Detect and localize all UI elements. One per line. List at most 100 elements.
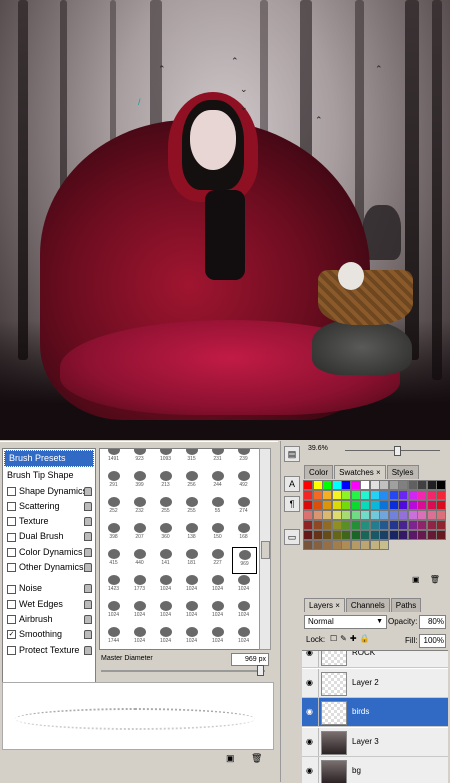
- color-swatch[interactable]: [312, 500, 323, 510]
- tab-color[interactable]: Color: [304, 465, 334, 479]
- brush-preset[interactable]: 55: [206, 495, 229, 520]
- color-swatch[interactable]: [303, 500, 313, 510]
- color-swatch[interactable]: [436, 510, 446, 520]
- document-canvas[interactable]: ⌃ ⌃ ⌄ ⌄ / ⌃ ⌃: [0, 0, 450, 440]
- color-swatch[interactable]: [426, 530, 437, 540]
- color-swatch[interactable]: [350, 530, 361, 540]
- visibility-toggle[interactable]: ◉: [302, 668, 319, 697]
- color-swatch[interactable]: [426, 510, 437, 520]
- color-swatch[interactable]: [417, 490, 427, 500]
- brush-preset[interactable]: 150: [206, 521, 229, 546]
- brush-preset[interactable]: 255: [180, 495, 203, 520]
- brush-option-wet-edges[interactable]: Wet Edges: [3, 597, 95, 612]
- brush-option-other-dynamics[interactable]: Other Dynamics: [3, 560, 95, 575]
- brush-option-protect-texture[interactable]: Protect Texture: [3, 643, 95, 658]
- brush-preset[interactable]: 1024: [180, 625, 203, 649]
- color-swatch[interactable]: [398, 480, 408, 490]
- color-swatch[interactable]: [303, 530, 313, 540]
- color-swatch[interactable]: [303, 510, 313, 520]
- color-swatch[interactable]: [379, 520, 389, 530]
- brush-preset[interactable]: 252: [102, 495, 125, 520]
- color-swatch[interactable]: [322, 480, 332, 490]
- color-swatch[interactable]: [398, 510, 408, 520]
- brush-preset[interactable]: 1744: [102, 625, 125, 649]
- master-diameter-slider-thumb[interactable]: [257, 665, 264, 676]
- color-swatch[interactable]: [322, 540, 332, 550]
- brush-preset[interactable]: 399: [128, 469, 151, 494]
- zoom-slider-track[interactable]: [345, 450, 440, 451]
- new-brush-icon[interactable]: ▣: [226, 753, 235, 763]
- lock-icon[interactable]: [84, 614, 92, 624]
- brush-option-noise[interactable]: Noise: [3, 581, 95, 596]
- brush-preset[interactable]: 1024: [180, 599, 203, 624]
- color-swatch[interactable]: [379, 540, 389, 550]
- color-swatch[interactable]: [369, 490, 380, 500]
- color-swatch[interactable]: [331, 510, 342, 520]
- lock-icon[interactable]: [84, 630, 92, 640]
- brush-preset[interactable]: 1024: [232, 625, 255, 649]
- delete-brush-icon[interactable]: 🗑: [251, 753, 262, 763]
- delete-swatch-icon[interactable]: 🗑: [430, 575, 440, 584]
- checkbox[interactable]: [7, 486, 16, 496]
- color-swatch[interactable]: [312, 510, 323, 520]
- lock-icon[interactable]: [84, 563, 92, 573]
- brush-preset[interactable]: 1423: [102, 573, 125, 598]
- color-swatch[interactable]: [303, 520, 313, 530]
- color-swatch[interactable]: [379, 510, 389, 520]
- color-swatch[interactable]: [426, 480, 437, 490]
- color-swatch[interactable]: [350, 500, 361, 510]
- brush-preset[interactable]: 1024: [180, 573, 203, 598]
- lock-icon[interactable]: [84, 532, 92, 542]
- color-swatch[interactable]: [322, 530, 332, 540]
- color-swatch[interactable]: [341, 520, 351, 530]
- master-diameter-slider-track[interactable]: [101, 670, 265, 672]
- color-swatch[interactable]: [388, 480, 399, 490]
- color-swatch[interactable]: [360, 540, 370, 550]
- checkbox[interactable]: [7, 584, 16, 594]
- brush-preset[interactable]: 239: [232, 449, 255, 468]
- color-swatch[interactable]: [407, 480, 418, 490]
- brush-preset[interactable]: 1491: [102, 449, 125, 468]
- color-swatch[interactable]: [388, 490, 399, 500]
- brush-presets-item[interactable]: Brush Presets: [4, 450, 94, 468]
- color-swatch[interactable]: [322, 490, 332, 500]
- brush-preset[interactable]: 1024: [206, 625, 229, 649]
- color-swatch[interactable]: [407, 520, 418, 530]
- color-swatch[interactable]: [436, 500, 446, 510]
- layer-row[interactable]: ◉ birds: [302, 698, 448, 727]
- brush-preset[interactable]: 232: [128, 495, 151, 520]
- color-swatch[interactable]: [398, 520, 408, 530]
- color-swatch[interactable]: [417, 530, 427, 540]
- color-swatch[interactable]: [331, 500, 342, 510]
- lock-image-icon[interactable]: ✎: [340, 634, 350, 643]
- lock-icon[interactable]: [84, 547, 92, 557]
- color-swatch[interactable]: [417, 500, 427, 510]
- brush-preset[interactable]: 255: [154, 495, 177, 520]
- color-swatch[interactable]: [407, 490, 418, 500]
- brush-option-dual-brush[interactable]: Dual Brush: [3, 529, 95, 544]
- brush-preset[interactable]: 213: [154, 469, 177, 494]
- brush-preset[interactable]: 227: [206, 547, 229, 572]
- brush-preset[interactable]: 1024: [154, 625, 177, 649]
- layer-row[interactable]: ◉ Layer 2: [302, 668, 448, 698]
- brush-option-smoothing[interactable]: ✓ Smoothing: [3, 627, 95, 642]
- color-swatch[interactable]: [360, 480, 370, 490]
- color-swatch[interactable]: [350, 490, 361, 500]
- tab-paths[interactable]: Paths: [390, 598, 422, 612]
- checkbox[interactable]: [7, 563, 16, 573]
- lock-icon[interactable]: [84, 599, 92, 609]
- color-swatch[interactable]: [398, 500, 408, 510]
- color-swatch[interactable]: [341, 510, 351, 520]
- visibility-toggle[interactable]: ◉: [302, 727, 319, 756]
- checkbox[interactable]: [7, 502, 16, 512]
- color-swatch[interactable]: [322, 510, 332, 520]
- layer-row[interactable]: ◉ ROCK: [302, 651, 448, 668]
- color-swatch[interactable]: [398, 530, 408, 540]
- color-swatch[interactable]: [341, 500, 351, 510]
- brush-preset[interactable]: 1773: [128, 573, 151, 598]
- checkbox[interactable]: ✓: [7, 630, 16, 640]
- blend-mode-select[interactable]: Normal ▼: [304, 615, 387, 629]
- color-swatch[interactable]: [341, 530, 351, 540]
- brush-option-brush-tip-shape[interactable]: Brush Tip Shape: [3, 468, 95, 483]
- lock-icon[interactable]: [84, 486, 92, 496]
